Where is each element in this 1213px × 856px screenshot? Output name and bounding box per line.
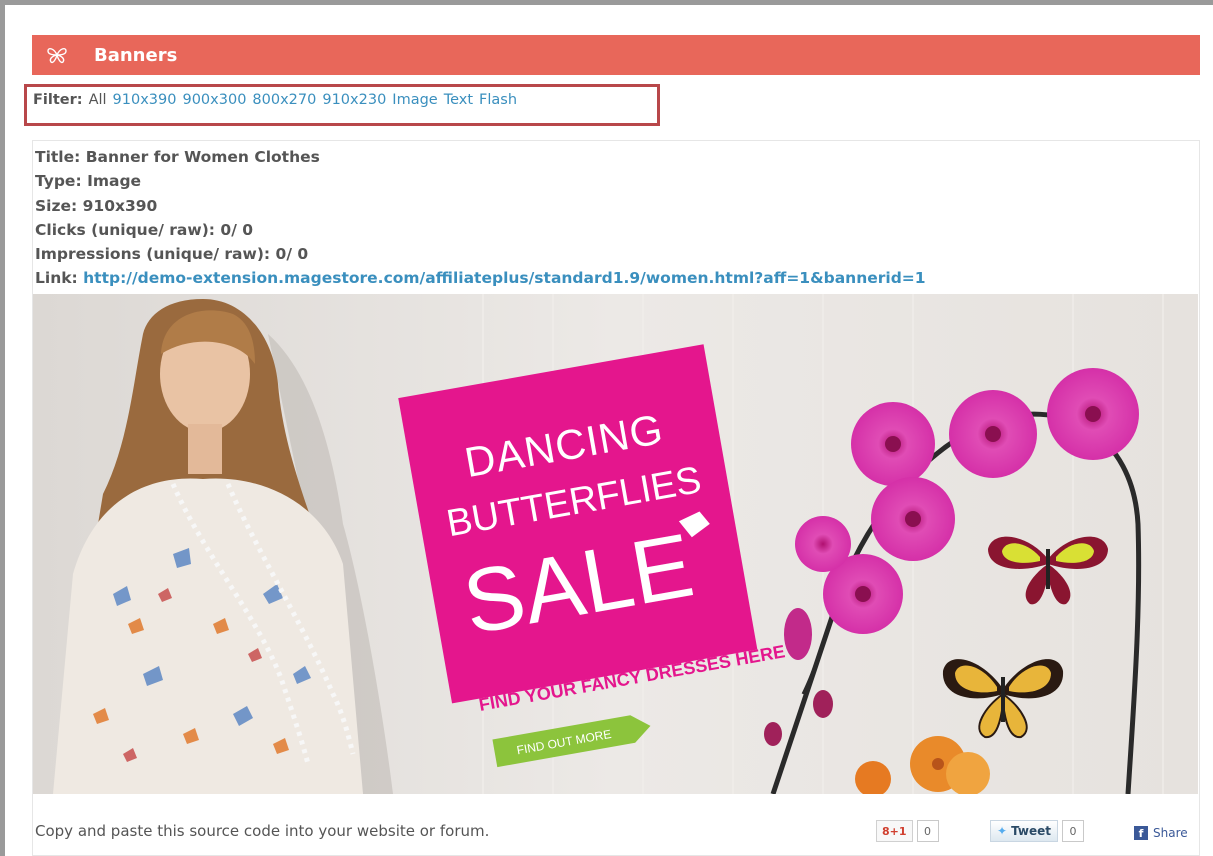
banner-clicks-row: Clicks (unique/ raw): 0/ 0: [35, 218, 926, 242]
filter-flash[interactable]: Flash: [479, 92, 517, 108]
banner-title: Banner for Women Clothes: [85, 148, 320, 166]
tweet-widget: ✦ Tweet 0: [990, 820, 1085, 842]
banner-title-row: Title: Banner for Women Clothes: [35, 145, 926, 169]
facebook-share[interactable]: f Share: [1134, 826, 1188, 840]
banner-clicks: 0/ 0: [220, 220, 254, 239]
window-top-border: [0, 0, 1213, 5]
filter-all[interactable]: All: [89, 92, 107, 108]
header-title: Banners: [94, 44, 178, 66]
impressions-label: Impressions (unique/ raw):: [35, 245, 271, 264]
gplus-label: +1: [889, 824, 907, 838]
clicks-label: Clicks (unique/ raw):: [35, 220, 215, 239]
filter-900x300[interactable]: 900x300: [182, 92, 246, 108]
banner-type: Image: [87, 172, 142, 191]
banner-size-row: Size: 910x390: [35, 194, 926, 218]
banner-info: Title: Banner for Women Clothes Type: Im…: [35, 145, 926, 291]
size-label: Size:: [35, 196, 78, 215]
banner-link-row: Link: http://demo-extension.magestore.co…: [35, 266, 926, 290]
banner-impressions-row: Impressions (unique/ raw): 0/ 0: [35, 242, 926, 266]
google-plus-icon: 8: [882, 824, 890, 838]
filter-910x230[interactable]: 910x230: [322, 92, 386, 108]
banner-image[interactable]: DANCING BUTTERFLIES SALE FIND YOUR FANCY…: [33, 294, 1198, 794]
tweet-count: 0: [1062, 820, 1085, 842]
banner-impressions: 0/ 0: [275, 245, 309, 264]
link-label: Link:: [35, 269, 78, 288]
tweet-button[interactable]: ✦ Tweet: [990, 820, 1059, 842]
facebook-icon: f: [1134, 826, 1148, 840]
title-label: Title:: [35, 148, 81, 166]
banner-size: 910x390: [82, 196, 158, 215]
filter-910x390[interactable]: 910x390: [113, 92, 177, 108]
filter-bar: Filter: All 910x390 900x300 800x270 910x…: [33, 92, 517, 108]
banners-header: Banners: [32, 35, 1200, 75]
filter-image[interactable]: Image: [392, 92, 437, 108]
tweet-label: Tweet: [1011, 824, 1052, 838]
google-plus-widget: 8 +1 0: [876, 820, 939, 842]
banner-link[interactable]: http://demo-extension.magestore.com/affi…: [83, 269, 925, 287]
gplus-count: 0: [916, 820, 939, 842]
window-left-border: [0, 0, 5, 856]
filter-text[interactable]: Text: [444, 92, 473, 108]
twitter-bird-icon: ✦: [997, 824, 1008, 838]
filter-label: Filter:: [33, 92, 83, 108]
embed-instruction: Copy and paste this source code into you…: [35, 822, 490, 840]
google-plus-button[interactable]: 8 +1: [876, 820, 913, 842]
butterfly-icon: [32, 35, 82, 75]
sale-square: DANCING BUTTERFLIES SALE: [398, 344, 758, 704]
share-label: Share: [1153, 826, 1188, 840]
filter-800x270[interactable]: 800x270: [252, 92, 316, 108]
type-label: Type:: [35, 172, 82, 191]
banner-type-row: Type: Image: [35, 169, 926, 193]
